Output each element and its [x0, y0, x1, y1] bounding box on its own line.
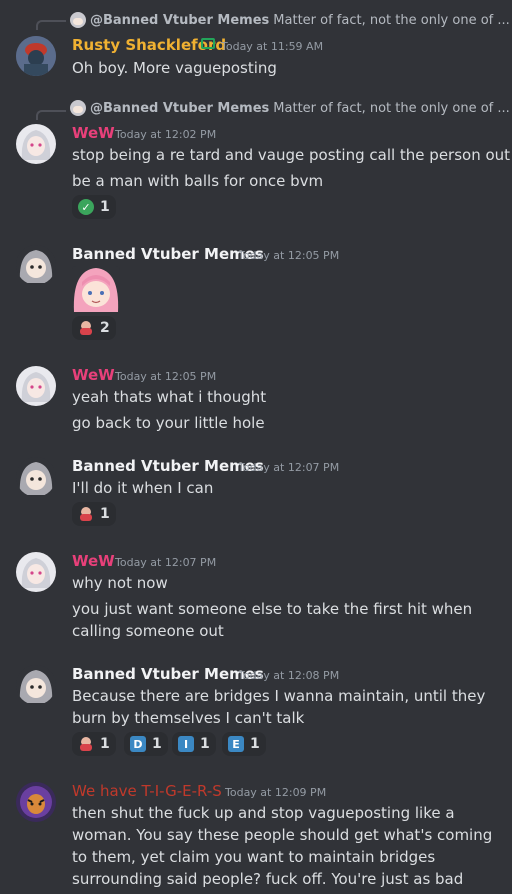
message-text: calling someone out	[72, 622, 224, 640]
author-name[interactable]: WeW	[72, 124, 115, 142]
wew-avatar-icon	[16, 552, 56, 592]
girl-face-icon	[78, 320, 94, 336]
reply-preview[interactable]: @Banned Vtuber Memes Matter of fact, not…	[70, 100, 510, 116]
message-text: burn by themselves I can't talk	[72, 709, 305, 727]
reaction-count: 2	[100, 320, 110, 336]
desktop-status-icon	[201, 38, 215, 49]
reaction-count: 1	[100, 506, 110, 522]
reaction-count: 1	[152, 736, 162, 752]
letter-e-icon: E	[228, 736, 244, 752]
reaction-count: 1	[200, 736, 210, 752]
reply-avatar	[70, 100, 86, 116]
avatar[interactable]	[16, 552, 56, 592]
avatar[interactable]	[16, 782, 56, 822]
letter-i-icon: I	[178, 736, 194, 752]
reply-connector	[36, 110, 66, 120]
reply-author[interactable]: @Banned Vtuber Memes	[90, 13, 269, 28]
reply-text: Matter of fact, not the only one of ...	[273, 12, 510, 28]
wew-avatar-icon	[16, 124, 56, 164]
pink-hair-girl-image	[72, 266, 120, 314]
message-text: Oh boy. More vagueposting	[72, 59, 277, 77]
message-text: be a man with balls for once bvm	[72, 172, 324, 190]
timestamp[interactable]: Today at 11:59 AM	[221, 40, 323, 53]
author-name[interactable]: We have T-I-G-E-R-S	[72, 782, 222, 800]
bvm-avatar-icon	[16, 245, 56, 285]
reaction[interactable]: E 1	[222, 732, 266, 756]
reaction[interactable]: D 1	[124, 732, 168, 756]
reply-connector	[36, 20, 66, 30]
author-name[interactable]: WeW	[72, 552, 115, 570]
reply-author[interactable]: @Banned Vtuber Memes	[90, 101, 269, 116]
author-name[interactable]: WeW	[72, 366, 115, 384]
timestamp[interactable]: Today at 12:09 PM	[225, 786, 326, 799]
avatar[interactable]	[16, 36, 56, 76]
reaction[interactable]: ✓ 1	[72, 195, 116, 219]
message-text: go back to your little hole	[72, 414, 265, 432]
author-name[interactable]: Banned Vtuber Memes	[72, 457, 264, 475]
message-text: Because there are bridges I wanna mainta…	[72, 687, 486, 705]
avatar[interactable]	[16, 457, 56, 497]
message-text: why not now	[72, 574, 168, 592]
reaction[interactable]: I 1	[172, 732, 216, 756]
timestamp[interactable]: Today at 12:08 PM	[238, 669, 339, 682]
message-text: woman. You say these people should get w…	[72, 826, 493, 844]
letter-d-icon: D	[130, 736, 146, 752]
timestamp[interactable]: Today at 12:05 PM	[238, 249, 339, 262]
girl-face-icon	[78, 736, 94, 752]
timestamp[interactable]: Today at 12:07 PM	[115, 556, 216, 569]
author-name[interactable]: Banned Vtuber Memes	[72, 245, 264, 263]
message-text: yeah thats what i thought	[72, 388, 267, 406]
reaction[interactable]: 2	[72, 316, 116, 340]
wew-avatar-icon	[16, 366, 56, 406]
check-mark-icon: ✓	[78, 199, 94, 215]
timestamp[interactable]: Today at 12:05 PM	[115, 370, 216, 383]
reaction-count: 1	[250, 736, 260, 752]
bvm-avatar-icon	[16, 457, 56, 497]
author-name[interactable]: Banned Vtuber Memes	[72, 665, 264, 683]
reaction-count: 1	[100, 736, 110, 752]
tigers-avatar-icon	[16, 782, 56, 822]
reply-text: Matter of fact, not the only one of ...	[273, 100, 510, 116]
message-text: stop being a re tard and vauge posting c…	[72, 146, 511, 164]
message-text: then shut the fuck up and stop vaguepost…	[72, 804, 455, 822]
message-text: surrounding said people? fuck off. You'r…	[72, 870, 464, 888]
timestamp[interactable]: Today at 12:02 PM	[115, 128, 216, 141]
reaction[interactable]: 1	[72, 732, 116, 756]
message-text: to them, yet claim you want to maintain …	[72, 848, 436, 866]
avatar[interactable]	[16, 366, 56, 406]
message-text: you just want someone else to take the f…	[72, 600, 473, 618]
avatar[interactable]	[16, 665, 56, 705]
rusty-avatar-icon	[16, 36, 56, 76]
avatar[interactable]	[16, 124, 56, 164]
reaction[interactable]: 1	[72, 502, 116, 526]
message-text: I'll do it when I can	[72, 479, 214, 497]
girl-face-icon	[78, 506, 94, 522]
reply-preview[interactable]: @Banned Vtuber Memes Matter of fact, not…	[70, 12, 510, 28]
attached-image[interactable]	[72, 266, 120, 314]
timestamp[interactable]: Today at 12:07 PM	[238, 461, 339, 474]
avatar[interactable]	[16, 245, 56, 285]
bvm-avatar-icon	[16, 665, 56, 705]
reply-avatar	[70, 12, 86, 28]
reaction-count: 1	[100, 199, 110, 215]
